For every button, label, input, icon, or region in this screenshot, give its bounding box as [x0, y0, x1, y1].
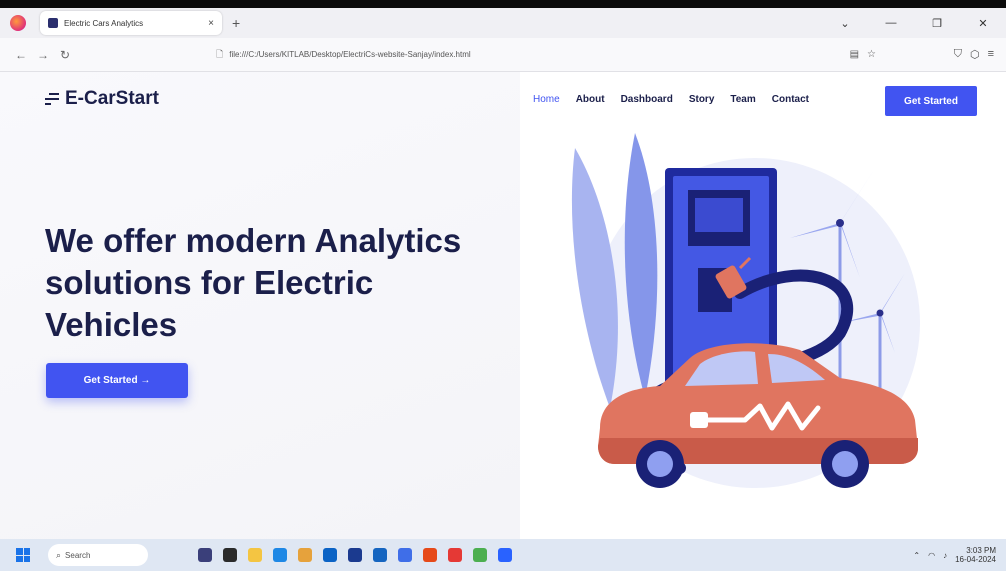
window-controls: ⌄ — ❐ ✕ [822, 17, 1006, 30]
site-header: E-CarStart Home About Dashboard Story Te… [0, 72, 1006, 128]
vscode-icon[interactable] [373, 548, 387, 562]
word-icon[interactable] [398, 548, 412, 562]
rear-hub [832, 451, 858, 477]
nav-contact[interactable]: Contact [772, 94, 809, 105]
taskbar-search[interactable]: ⌕ Search [48, 544, 148, 566]
file-explorer-icon[interactable] [248, 548, 262, 562]
search-placeholder: Search [65, 550, 91, 560]
bookmark-star-icon[interactable]: ☆ [867, 49, 876, 60]
get-started-hero-button[interactable]: Get Started → [46, 363, 188, 398]
top-strip [0, 0, 1006, 8]
main-menu: Home About Dashboard Story Team Contact [533, 94, 825, 105]
ev-charging-illustration [571, 133, 920, 488]
clock[interactable]: 3:03 PM 16-04-2024 [955, 546, 996, 564]
pocket-icon[interactable]: ⛉ [954, 48, 962, 61]
browser-tab-bar: Electric Cars Analytics × + ⌄ — ❐ ✕ [0, 8, 1006, 38]
forward-icon[interactable]: → [32, 48, 54, 62]
url-text[interactable]: file:///C:/Users/KITLAB/Desktop/ElectriC… [229, 50, 841, 59]
brand-name: E-CarStart [65, 88, 159, 109]
folder-icon[interactable] [298, 548, 312, 562]
browser-nav-bar: ← → ↻ 🗋 file:///C:/Users/KITLAB/Desktop/… [0, 38, 1006, 72]
firefox-icon[interactable] [10, 15, 26, 31]
tab-close-icon[interactable]: × [208, 18, 214, 29]
edge-icon[interactable] [273, 548, 287, 562]
front-hub [647, 451, 673, 477]
nav-about[interactable]: About [576, 94, 605, 105]
nav-dashboard[interactable]: Dashboard [621, 94, 673, 105]
clock-date: 16-04-2024 [955, 555, 996, 564]
maximize-button[interactable]: ❐ [914, 17, 960, 30]
tab-list-icon[interactable]: ⌄ [822, 17, 868, 30]
menu-icon[interactable]: ≡ [988, 48, 994, 61]
nav-story[interactable]: Story [689, 94, 715, 105]
web-page: E-CarStart Home About Dashboard Story Te… [0, 72, 1006, 539]
wifi-icon[interactable]: ◠ [928, 551, 935, 560]
chrome-icon[interactable] [323, 548, 337, 562]
leaf-shape [571, 148, 618, 408]
turbine-hub [876, 309, 884, 317]
hero-title: We offer modern Analytics solutions for … [45, 222, 462, 343]
get-started-nav-button[interactable]: Get Started [885, 86, 977, 116]
car-plug-decal-head [690, 412, 708, 428]
system-tray: ⌃ ◠ ♪ 3:03 PM 16-04-2024 [913, 546, 996, 564]
new-tab-button[interactable]: + [232, 15, 240, 31]
page-info-icon[interactable]: 🗋 [216, 47, 223, 63]
minimize-button[interactable]: — [868, 17, 914, 29]
brand-lines-icon [45, 93, 59, 105]
tab-title: Electric Cars Analytics [64, 18, 144, 28]
widgets-icon[interactable] [198, 548, 212, 562]
task-view-icon[interactable] [223, 548, 237, 562]
brand-logo[interactable]: E-CarStart [45, 88, 159, 110]
app-icon[interactable] [448, 548, 462, 562]
nav-team[interactable]: Team [730, 94, 755, 105]
back-icon[interactable]: ← [10, 48, 32, 62]
taskbar-apps [198, 548, 512, 562]
app-icon[interactable] [473, 548, 487, 562]
close-window-button[interactable]: ✕ [960, 17, 1006, 30]
extensions-icon[interactable]: ⬡ [970, 48, 980, 61]
reload-icon[interactable]: ↻ [54, 48, 76, 62]
clock-time: 3:03 PM [966, 546, 996, 555]
app-icon[interactable] [498, 548, 512, 562]
reader-view-icon[interactable]: ▤ [850, 49, 859, 60]
nav-home[interactable]: Home [533, 94, 560, 105]
search-icon: ⌕ [56, 549, 62, 560]
firefox-taskbar-icon[interactable] [423, 548, 437, 562]
charger-screen [695, 198, 743, 232]
address-bar[interactable]: 🗋 file:///C:/Users/KITLAB/Desktop/Electr… [216, 44, 876, 66]
windows-start-icon[interactable] [16, 548, 30, 562]
turbine-hub [836, 219, 844, 227]
browser-tab[interactable]: Electric Cars Analytics × [40, 11, 222, 35]
favicon-icon [48, 18, 58, 28]
store-icon[interactable] [348, 548, 362, 562]
tray-chevron-icon[interactable]: ⌃ [913, 551, 920, 560]
volume-icon[interactable]: ♪ [943, 551, 947, 560]
os-taskbar: ⌕ Search ⌃ ◠ ♪ 3:03 PM 16-04-2024 [0, 539, 1006, 571]
